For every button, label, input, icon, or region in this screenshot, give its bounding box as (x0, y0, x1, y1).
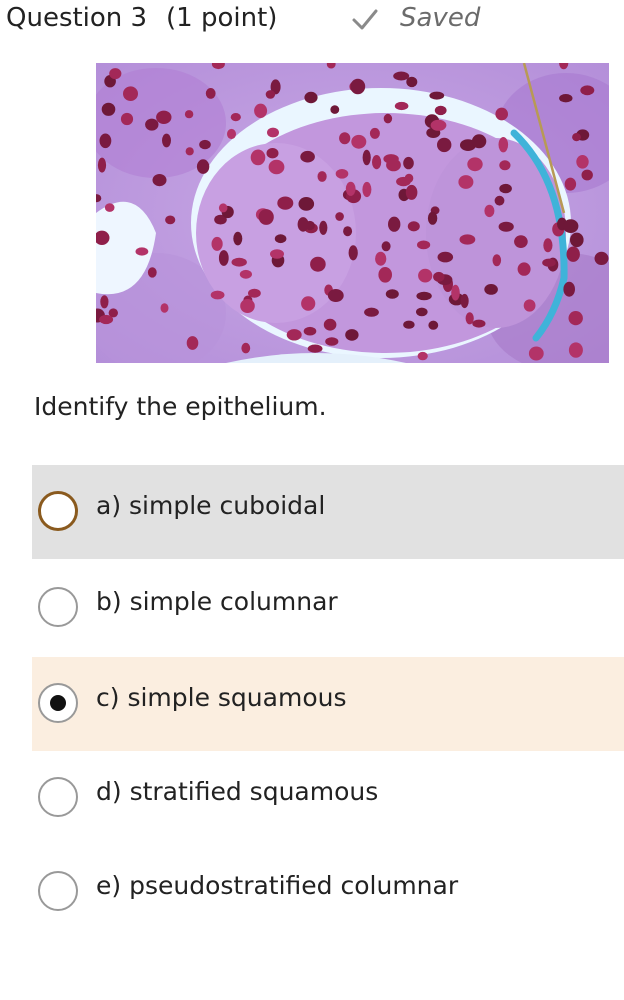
answer-option[interactable]: c) simple squamous (32, 657, 624, 751)
micrograph-image (96, 63, 609, 363)
radio-button[interactable] (38, 683, 78, 723)
answer-option[interactable]: b) simple columnar (32, 561, 624, 655)
answer-option[interactable]: e) pseudostratified columnar (32, 845, 624, 939)
saved-status: Saved (400, 3, 481, 33)
checkmark-icon (352, 9, 378, 30)
option-label[interactable]: c) simple squamous (96, 683, 347, 712)
question-points: (1 point) (166, 3, 278, 33)
radio-button[interactable] (38, 587, 78, 627)
answer-option[interactable]: a) simple cuboidal (32, 465, 624, 559)
option-label[interactable]: e) pseudostratified columnar (96, 871, 458, 900)
option-label[interactable]: d) stratified squamous (96, 777, 378, 806)
question-header: Question 3 (1 point) Saved (6, 0, 616, 40)
radio-button[interactable] (38, 491, 78, 531)
radio-button[interactable] (38, 777, 78, 817)
question-title: Question 3 (6, 3, 148, 33)
radio-button[interactable] (38, 871, 78, 911)
option-label[interactable]: b) simple columnar (96, 587, 338, 616)
answer-option[interactable]: d) stratified squamous (32, 751, 624, 845)
option-label[interactable]: a) simple cuboidal (96, 491, 325, 520)
radio-selected-dot (50, 695, 66, 711)
question-prompt: Identify the epithelium. (34, 392, 327, 421)
